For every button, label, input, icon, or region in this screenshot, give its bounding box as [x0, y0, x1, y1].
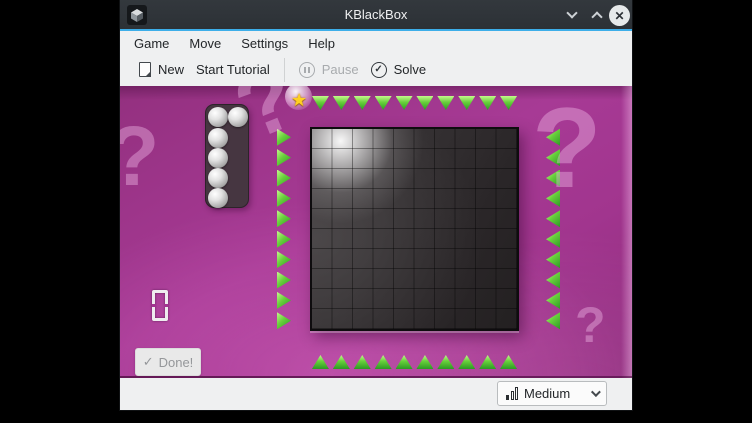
- laser-arrow-right[interactable]: [277, 231, 291, 248]
- toolbar-separator: [284, 58, 285, 82]
- difficulty-select[interactable]: Medium: [497, 381, 607, 406]
- laser-arrow-left[interactable]: [546, 231, 560, 248]
- window-title: KBlackBox: [120, 7, 632, 22]
- laser-arrow-down[interactable]: [437, 96, 454, 110]
- laser-arrow-left[interactable]: [546, 149, 560, 166]
- statusbar: Medium: [120, 378, 632, 410]
- pause-button[interactable]: Pause: [293, 58, 365, 82]
- laser-arrow-down[interactable]: [375, 96, 392, 110]
- minimize-button[interactable]: [566, 8, 580, 22]
- chevron-down-icon: [566, 7, 577, 18]
- reserve-ball: [228, 107, 248, 127]
- laser-arrow-down[interactable]: [416, 96, 433, 110]
- new-button-label: New: [158, 62, 184, 77]
- laser-arrow-up[interactable]: [375, 355, 392, 369]
- titlebar: KBlackBox ✕: [120, 0, 632, 31]
- laser-arrow-right[interactable]: [277, 292, 291, 309]
- solve-button[interactable]: ✓ Solve: [365, 58, 433, 82]
- laser-arrow-right[interactable]: [277, 170, 291, 187]
- laser-arrow-up[interactable]: [437, 355, 454, 369]
- laser-arrow-up[interactable]: [312, 355, 329, 369]
- laser-arrow-right[interactable]: [277, 251, 291, 268]
- black-box-grid: [312, 129, 517, 329]
- laser-arrow-left[interactable]: [546, 170, 560, 187]
- new-button[interactable]: New: [133, 58, 190, 81]
- reserve-ball: [208, 168, 228, 188]
- laser-arrow-up[interactable]: [354, 355, 371, 369]
- pause-button-label: Pause: [322, 62, 359, 77]
- game-area: ✓ Done! ????★: [120, 86, 632, 378]
- laser-arrow-up[interactable]: [479, 355, 496, 369]
- toolbar: New Start Tutorial Pause ✓ Solve: [120, 53, 632, 86]
- laser-arrow-left[interactable]: [546, 272, 560, 289]
- done-button-label: Done!: [159, 355, 194, 370]
- score-display: [152, 290, 168, 321]
- laser-arrow-left[interactable]: [546, 251, 560, 268]
- laser-arrow-down[interactable]: [500, 96, 517, 110]
- laser-arrow-up[interactable]: [500, 355, 517, 369]
- check-icon: ✓: [143, 354, 154, 370]
- question-mark-decoration: ?: [120, 114, 159, 198]
- laser-arrow-left[interactable]: [546, 210, 560, 227]
- laser-arrow-down[interactable]: [312, 96, 329, 110]
- black-box[interactable]: [310, 127, 519, 331]
- close-button[interactable]: ✕: [609, 5, 630, 26]
- menubar: Game Move Settings Help: [120, 33, 632, 53]
- laser-arrow-up[interactable]: [333, 355, 350, 369]
- maximize-button[interactable]: [591, 8, 605, 22]
- menu-move[interactable]: Move: [179, 34, 231, 53]
- laser-arrow-right[interactable]: [277, 149, 291, 166]
- reserve-ball: [208, 148, 228, 168]
- laser-arrow-down[interactable]: [354, 96, 371, 110]
- laser-arrow-up[interactable]: [396, 355, 413, 369]
- laser-arrow-down[interactable]: [333, 96, 350, 110]
- done-button[interactable]: ✓ Done!: [135, 348, 201, 376]
- reserve-ball: [208, 128, 228, 148]
- question-mark-decoration: ?: [532, 92, 602, 206]
- chevron-down-icon: [591, 387, 601, 397]
- difficulty-bars-icon: [506, 387, 518, 400]
- laser-arrow-right[interactable]: [277, 272, 291, 289]
- reserve-ball: [208, 188, 228, 208]
- menu-game[interactable]: Game: [124, 34, 179, 53]
- laser-arrow-right[interactable]: [277, 312, 291, 329]
- laser-arrow-down[interactable]: [396, 96, 413, 110]
- difficulty-value: Medium: [524, 386, 570, 401]
- menu-settings[interactable]: Settings: [231, 34, 298, 53]
- laser-arrow-right[interactable]: [277, 129, 291, 146]
- laser-arrow-down[interactable]: [458, 96, 475, 110]
- close-icon: ✕: [614, 9, 624, 23]
- laser-arrow-up[interactable]: [458, 355, 475, 369]
- laser-arrow-right[interactable]: [277, 190, 291, 207]
- laser-arrow-left[interactable]: [546, 292, 560, 309]
- laser-arrow-up[interactable]: [416, 355, 433, 369]
- laser-arrow-right[interactable]: [277, 210, 291, 227]
- laser-arrow-left[interactable]: [546, 129, 560, 146]
- laser-arrow-down[interactable]: [479, 96, 496, 110]
- question-mark-decoration: ?: [575, 300, 606, 350]
- solve-button-label: Solve: [394, 62, 427, 77]
- cursor-star-icon: ★: [291, 90, 307, 111]
- menu-help[interactable]: Help: [298, 34, 345, 53]
- pause-circle-icon: [299, 62, 315, 78]
- kblackbox-window: KBlackBox ✕ Game Move Settings Help New …: [120, 0, 632, 410]
- check-circle-icon: ✓: [371, 62, 387, 78]
- chevron-up-icon: [591, 11, 602, 22]
- start-tutorial-button[interactable]: Start Tutorial: [190, 58, 276, 81]
- laser-arrow-left[interactable]: [546, 190, 560, 207]
- reserve-ball: [208, 107, 228, 127]
- new-document-icon: [139, 62, 151, 77]
- start-tutorial-label: Start Tutorial: [196, 62, 270, 77]
- laser-arrow-left[interactable]: [546, 312, 560, 329]
- screen: KBlackBox ✕ Game Move Settings Help New …: [0, 0, 752, 423]
